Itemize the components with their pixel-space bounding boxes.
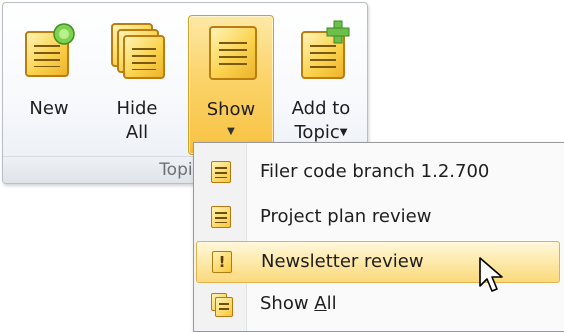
menu-item-filer-code-branch[interactable]: Filer code branch 1.2.700	[196, 152, 560, 192]
add-label-topic: Topic	[294, 122, 340, 143]
notes-stack-icon	[211, 293, 233, 317]
menu-item-show-all[interactable]: Show All	[196, 284, 560, 324]
chevron-down-icon[interactable]: ▼	[189, 126, 273, 137]
hide-label-line1: Hide	[116, 98, 158, 119]
note-icon	[203, 22, 259, 80]
note-icon	[211, 206, 233, 228]
chevron-down-icon[interactable]: ▼	[340, 127, 348, 138]
show-all-prefix: Show	[260, 293, 315, 314]
show-button-label: Show	[206, 99, 256, 120]
note-new-icon	[21, 21, 77, 79]
hide-all-button-label: Hide All	[107, 97, 167, 145]
menu-item-label: Show All	[260, 284, 337, 324]
hide-all-button[interactable]: Hide All	[107, 11, 167, 151]
note-add-icon	[293, 20, 350, 79]
notes-stack-icon	[109, 21, 165, 79]
new-note-button[interactable]: New	[19, 11, 79, 151]
add-to-topic-button[interactable]: Add to Topic▼	[279, 11, 363, 151]
add-label-line1: Add to	[291, 98, 351, 119]
note-exclamation-icon: !	[212, 251, 234, 273]
show-all-accelerator: A	[314, 293, 327, 314]
add-to-topic-label: Add to Topic▼	[279, 97, 363, 145]
show-dropdown-menu: Filer code branch 1.2.700 Project plan r…	[193, 142, 564, 332]
menu-item-newsletter-review[interactable]: ! Newsletter review	[196, 241, 560, 283]
show-button[interactable]: Show ▼	[188, 15, 274, 155]
menu-item-project-plan-review[interactable]: Project plan review	[196, 197, 560, 237]
hide-label-line2: All	[125, 122, 149, 143]
note-icon	[211, 161, 233, 183]
menu-item-label: Project plan review	[260, 206, 432, 227]
mouse-cursor-icon	[479, 257, 503, 292]
menu-item-label: Filer code branch 1.2.700	[260, 161, 490, 182]
menu-item-label: Newsletter review	[261, 251, 424, 272]
new-button-label: New	[29, 98, 69, 119]
show-all-suffix: ll	[326, 293, 337, 314]
